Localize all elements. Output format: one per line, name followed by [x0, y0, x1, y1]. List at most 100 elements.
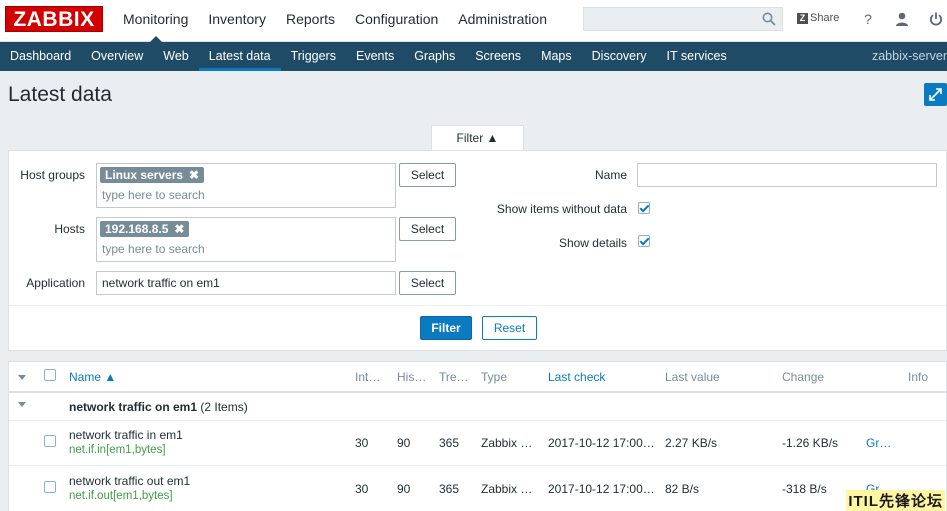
item-name: network traffic out em1: [69, 474, 191, 488]
menu-inventory[interactable]: Inventory: [198, 0, 276, 42]
item-last-value: 82 B/s: [665, 482, 700, 496]
subnav-web[interactable]: Web: [153, 42, 198, 71]
subnav-graphs[interactable]: Graphs: [404, 42, 465, 71]
column-header-history: His…: [397, 370, 427, 384]
application-label: Application: [26, 276, 85, 290]
hosts-placeholder: type here to search: [102, 242, 205, 256]
row-checkbox[interactable]: [44, 481, 56, 493]
host-groups-label: Host groups: [20, 168, 85, 182]
host-group-tag: Linux servers ✖: [100, 167, 205, 183]
application-input[interactable]: network traffic on em1: [96, 271, 396, 295]
item-trends: 365: [439, 436, 460, 450]
row-divider: [9, 465, 946, 466]
reset-button[interactable]: Reset: [482, 316, 537, 340]
item-type: Zabbix …: [481, 482, 533, 496]
host-groups-placeholder: type here to search: [102, 188, 205, 202]
item-last-check: 2017-10-12 17:00…: [548, 482, 655, 496]
column-header-last-check[interactable]: Last check: [548, 370, 605, 384]
show-items-without-data-checkbox[interactable]: [638, 202, 650, 214]
host-tag-label: 192.168.8.5: [105, 222, 169, 236]
sub-navigation: Dashboard Overview Web Latest data Trigg…: [0, 42, 947, 71]
name-label: Name: [594, 168, 627, 182]
column-header-interval: Int…: [355, 370, 381, 384]
share-label: Share: [810, 12, 840, 24]
menu-reports[interactable]: Reports: [276, 0, 345, 42]
group-name: network traffic on em1: [69, 400, 198, 414]
remove-tag-icon[interactable]: ✖: [174, 221, 184, 237]
page-title: Latest data: [8, 83, 112, 106]
share-icon: Z: [797, 12, 808, 24]
subnav-dashboard[interactable]: Dashboard: [0, 42, 81, 71]
item-name: network traffic in em1: [69, 428, 183, 442]
hosts-multiselect[interactable]: 192.168.8.5 ✖ type here to search: [96, 217, 396, 262]
show-items-without-data-label: Show items without data: [496, 202, 627, 216]
main-menu: Monitoring Inventory Reports Configurati…: [113, 0, 557, 42]
top-header: ZABBIX Monitoring Inventory Reports Conf…: [0, 0, 947, 42]
name-input[interactable]: [637, 163, 937, 187]
menu-configuration[interactable]: Configuration: [345, 0, 448, 42]
host-groups-multiselect[interactable]: Linux servers ✖ type here to search: [96, 163, 396, 208]
subnav-screens[interactable]: Screens: [465, 42, 531, 71]
watermark-text: ITIL先锋论坛: [846, 490, 945, 511]
power-icon[interactable]: [928, 11, 944, 27]
server-name: zabbix-server: [871, 49, 947, 63]
item-interval: 30: [355, 436, 369, 450]
item-last-check: 2017-10-12 17:00…: [548, 436, 655, 450]
user-icon[interactable]: [894, 11, 910, 27]
group-row: network traffic on em1 (2 Items): [69, 400, 248, 414]
menu-administration[interactable]: Administration: [448, 0, 557, 42]
item-history: 90: [397, 482, 411, 496]
group-count: (2 Items): [200, 400, 248, 414]
select-all-checkbox[interactable]: [44, 369, 56, 381]
graph-link[interactable]: Gr…: [866, 436, 891, 450]
menu-monitoring[interactable]: Monitoring: [113, 0, 198, 42]
item-history: 90: [397, 436, 411, 450]
column-header-type: Type: [481, 370, 508, 384]
subnav-latest-data[interactable]: Latest data: [198, 42, 281, 71]
host-groups-select-button[interactable]: Select: [399, 163, 456, 187]
item-trends: 365: [439, 482, 460, 496]
collapse-group-icon[interactable]: [18, 402, 26, 407]
item-key: net.if.in[em1,bytes]: [69, 444, 166, 456]
subnav-triggers[interactable]: Triggers: [281, 42, 346, 71]
item-change: -318 B/s: [782, 482, 827, 496]
application-select-button[interactable]: Select: [399, 271, 456, 295]
filter-button[interactable]: Filter: [420, 316, 472, 340]
subnav-events[interactable]: Events: [346, 42, 404, 71]
show-details-checkbox[interactable]: [638, 235, 650, 247]
fullscreen-icon[interactable]: [924, 83, 947, 106]
host-group-tag-label: Linux servers: [105, 168, 184, 182]
share-link[interactable]: Z Share: [797, 12, 839, 24]
column-header-last-value: Last value: [665, 370, 720, 384]
subnav-discovery[interactable]: Discovery: [582, 42, 657, 71]
item-interval: 30: [355, 482, 369, 496]
zabbix-logo[interactable]: ZABBIX: [5, 6, 103, 32]
subnav-overview[interactable]: Overview: [81, 42, 153, 71]
column-header-info: Info: [908, 370, 929, 384]
host-tag: 192.168.8.5 ✖: [100, 221, 190, 237]
hosts-select-button[interactable]: Select: [399, 217, 456, 241]
column-header-change: Change: [782, 370, 825, 384]
item-key: net.if.out[em1,bytes]: [69, 490, 173, 502]
filter-tab[interactable]: Filter ▲: [431, 125, 524, 151]
item-last-value: 2.27 KB/s: [665, 436, 718, 450]
column-header-trends: Tre…: [439, 370, 469, 384]
row-divider: [9, 420, 946, 421]
help-icon[interactable]: ?: [860, 11, 876, 27]
global-search-input[interactable]: [583, 7, 783, 31]
item-type: Zabbix …: [481, 436, 533, 450]
search-icon[interactable]: [762, 12, 776, 26]
subnav-it-services[interactable]: IT services: [657, 42, 737, 71]
subnav-maps[interactable]: Maps: [531, 42, 582, 71]
collapse-all-icon[interactable]: [18, 375, 26, 380]
show-details-label: Show details: [558, 236, 627, 250]
filter-divider: [9, 305, 946, 306]
latest-data-table: Name ▲ Int… His… Tre… Type Last check La…: [8, 361, 947, 511]
column-header-name[interactable]: Name ▲: [69, 370, 116, 384]
hosts-label: Hosts: [54, 222, 85, 236]
row-checkbox[interactable]: [44, 435, 56, 447]
remove-tag-icon[interactable]: ✖: [189, 167, 199, 183]
header-divider: [9, 391, 946, 393]
item-change: -1.26 KB/s: [782, 436, 839, 450]
filter-panel: Host groups Linux servers ✖ type here to…: [8, 150, 947, 351]
